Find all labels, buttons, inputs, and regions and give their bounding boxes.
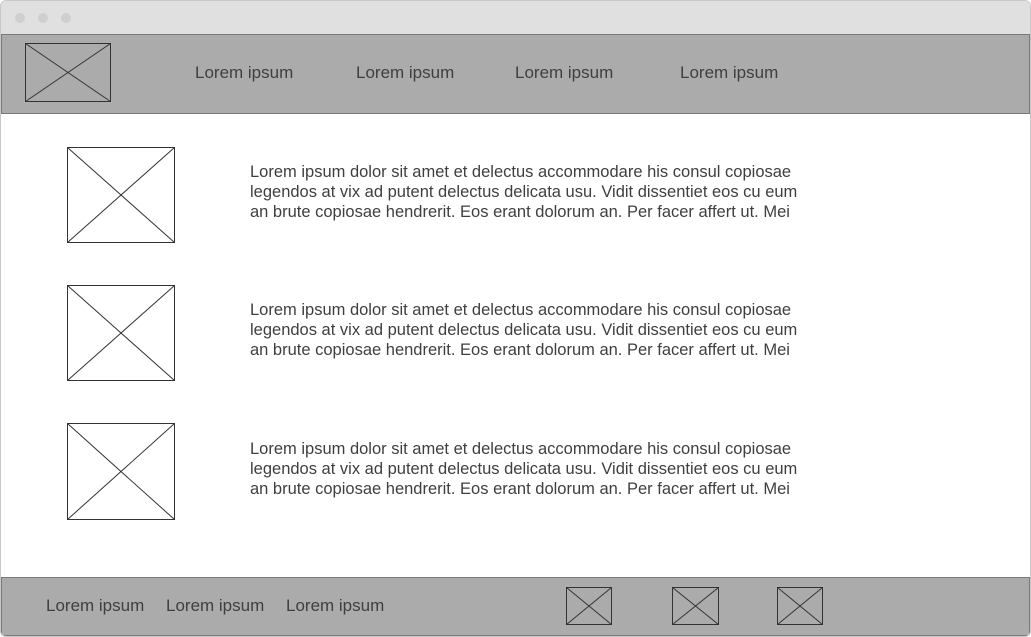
site-header: Lorem ipsum Lorem ipsum Lorem ipsum Lore… [1,34,1030,114]
content-paragraph: Lorem ipsum dolor sit amet et delectus a… [250,301,798,359]
browser-window: Lorem ipsum Lorem ipsum Lorem ipsum Lore… [0,0,1031,637]
content-paragraph: Lorem ipsum dolor sit amet et delectus a… [250,440,798,498]
footer-link-1[interactable]: Lorem ipsum [46,596,144,616]
window-maximize-icon[interactable] [61,13,71,23]
nav-item-2[interactable]: Lorem ipsum [356,63,454,83]
footer-link-2[interactable]: Lorem ipsum [166,596,264,616]
content-area: Lorem ipsum dolor sit amet et delectus a… [1,114,1030,577]
window-close-icon[interactable] [15,13,25,23]
nav-item-4[interactable]: Lorem ipsum [680,63,778,83]
content-paragraph: Lorem ipsum dolor sit amet et delectus a… [250,163,798,221]
logo-placeholder-icon[interactable] [25,43,111,102]
image-placeholder-icon [67,147,175,243]
footer-link-3[interactable]: Lorem ipsum [286,596,384,616]
social-placeholder-icon[interactable] [672,587,719,625]
site-footer: Lorem ipsum Lorem ipsum Lorem ipsum [1,577,1030,636]
nav-item-1[interactable]: Lorem ipsum [195,63,293,83]
image-placeholder-icon [67,285,175,381]
image-placeholder-icon [67,423,175,520]
title-bar [1,1,1030,34]
social-placeholder-icon[interactable] [566,587,612,625]
social-placeholder-icon[interactable] [777,587,823,625]
nav-item-3[interactable]: Lorem ipsum [515,63,613,83]
window-minimize-icon[interactable] [38,13,48,23]
